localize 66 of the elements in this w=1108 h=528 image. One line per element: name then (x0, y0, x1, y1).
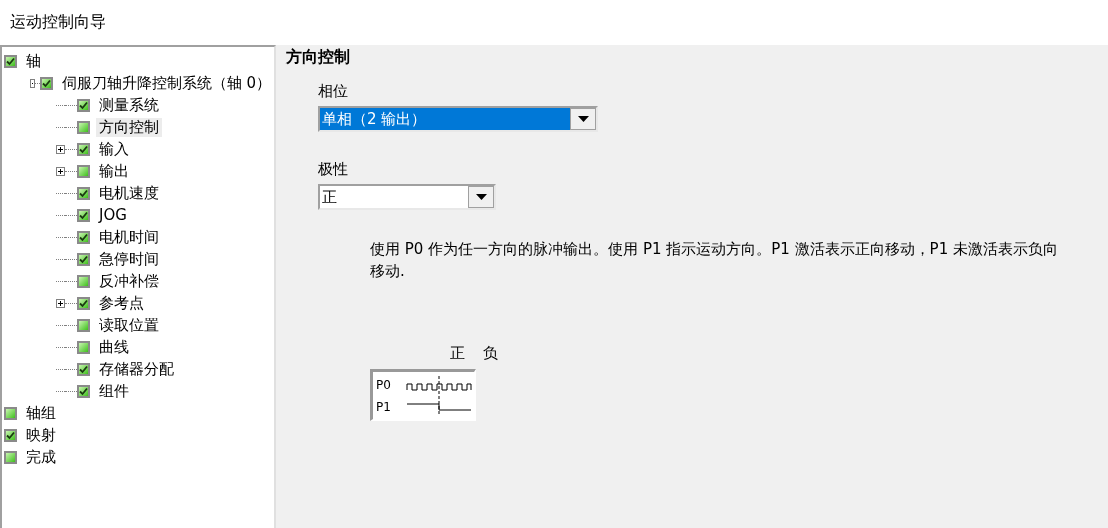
checkmark-icon (79, 100, 88, 110)
checkbox[interactable] (77, 230, 90, 244)
checkbox[interactable] (77, 120, 90, 134)
checkmark-icon (79, 210, 88, 220)
section-heading: 方向控制 (286, 47, 351, 68)
checkbox[interactable] (77, 318, 90, 332)
tree-item[interactable]: JOG (96, 206, 130, 224)
checkbox[interactable] (77, 274, 90, 288)
tree-item[interactable]: 完成 (23, 447, 59, 467)
checkbox[interactable] (77, 98, 90, 112)
tree-item[interactable]: 组件 (96, 381, 132, 401)
dropdown[interactable]: 正 (318, 184, 496, 210)
expander-icon[interactable] (56, 144, 65, 154)
checkmark-icon (79, 386, 88, 396)
checkmark-icon (79, 254, 88, 264)
checkbox[interactable] (77, 362, 90, 376)
tree-item[interactable]: 轴组 (23, 403, 59, 423)
tree-item[interactable]: 电机时间 (96, 227, 162, 247)
checkmark-icon (41, 78, 51, 88)
tree-item[interactable]: 存储器分配 (96, 359, 177, 379)
checkmark-icon (79, 298, 88, 308)
tree-item[interactable]: 测量系统 (96, 95, 162, 115)
checkbox[interactable] (77, 296, 90, 310)
field-label: 相位 (318, 82, 348, 101)
tree-item[interactable]: 轴 (23, 51, 44, 71)
tree-item[interactable]: 映射 (23, 425, 59, 445)
signal-label: P0 (375, 376, 392, 394)
checkbox[interactable] (77, 142, 90, 156)
field-label: 极性 (318, 160, 348, 179)
tree-item[interactable]: 曲线 (96, 337, 132, 357)
checkbox[interactable] (77, 252, 90, 266)
checkbox[interactable] (39, 76, 53, 90)
checkbox[interactable] (77, 186, 90, 200)
checkbox[interactable] (77, 340, 90, 354)
tree-item[interactable]: 输入 (96, 139, 132, 159)
checkbox[interactable] (77, 208, 90, 222)
checkbox[interactable] (77, 384, 90, 398)
checkbox[interactable] (4, 406, 17, 420)
tree-item[interactable]: 伺服刀轴升降控制系统（轴 0） (58, 73, 274, 93)
caret-icon (577, 116, 589, 122)
checkmark-icon (6, 56, 15, 66)
checkmark-icon (79, 364, 88, 374)
expander-icon[interactable] (56, 166, 65, 176)
direction-label: 正 (450, 344, 465, 363)
checkbox[interactable] (4, 428, 17, 442)
signal-label: P1 (375, 398, 392, 416)
tree-item[interactable]: 反冲补偿 (96, 271, 162, 291)
checkmark-icon (79, 188, 88, 198)
checkbox[interactable] (4, 54, 17, 68)
tree-item[interactable]: 参考点 (96, 293, 147, 313)
description: 使用 P0 作为任一方向的脉冲输出。使用 P1 指示运动方向。P1 激活表示正向移动，P1 未激活表示负向移动. (370, 239, 1059, 282)
tree-item[interactable]: 电机速度 (96, 183, 162, 203)
tree-item[interactable]: 急停时间 (96, 249, 162, 269)
checkmark-icon (79, 232, 88, 242)
checkmark-icon (6, 430, 15, 440)
checkmark-icon (79, 144, 88, 154)
direction-label: 负 (483, 344, 498, 363)
tree-item[interactable]: 输出 (96, 161, 132, 181)
dropdown[interactable]: 单相（2 输出） (318, 106, 598, 132)
checkbox[interactable] (77, 164, 90, 178)
checkbox[interactable] (4, 450, 17, 464)
tree-item[interactable]: 读取位置 (96, 315, 162, 335)
tree-item[interactable]: 方向控制 (96, 117, 162, 137)
caret-icon (475, 194, 487, 200)
expander-icon[interactable] (56, 298, 65, 308)
window-title: 运动控制向导 (10, 12, 106, 33)
